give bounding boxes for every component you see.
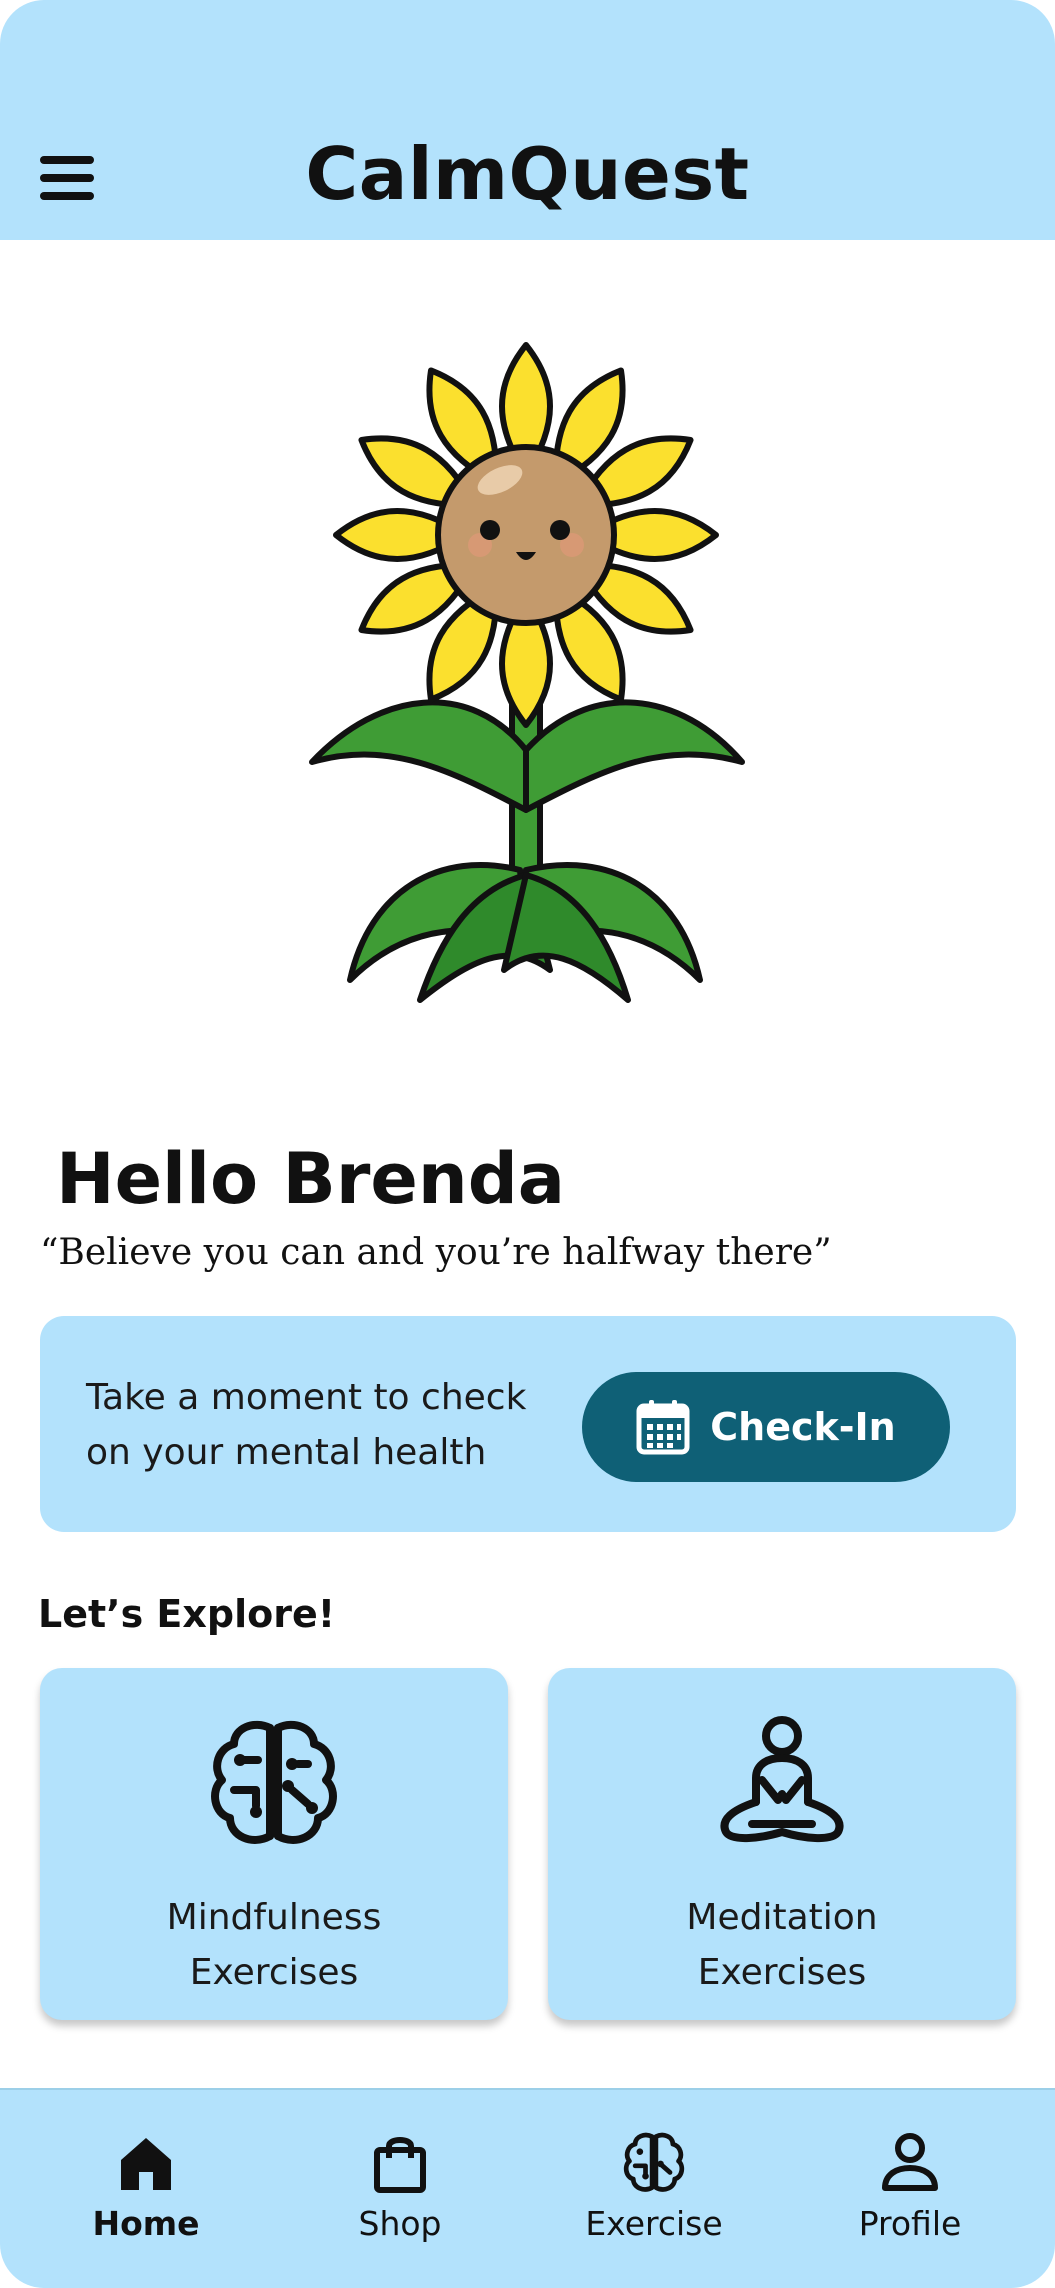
meditation-card-label-line2: Exercises xyxy=(697,1952,867,1993)
calendar-icon xyxy=(636,1400,690,1455)
meditation-card-label-line1: Meditation xyxy=(686,1897,878,1938)
mindfulness-exercises-card[interactable]: Mindfulness Exercises xyxy=(40,1668,508,2020)
top-app-bar: CalmQuest xyxy=(0,0,1055,240)
nav-label-profile: Profile xyxy=(858,2204,962,2243)
meditation-icon xyxy=(720,1716,844,1842)
nav-item-profile[interactable]: Profile xyxy=(810,2130,1010,2270)
nav-label-shop: Shop xyxy=(358,2204,442,2243)
explore-heading: Let’s Explore! xyxy=(38,1592,336,1636)
nav-item-exercise[interactable]: Exercise xyxy=(554,2130,754,2270)
bottom-navigation-bar: Home Shop Exercise Profile xyxy=(0,2088,1055,2288)
greeting-heading: Hello Brenda xyxy=(56,1138,566,1220)
app-title: CalmQuest xyxy=(305,132,750,216)
sunflower-mascot-illustration xyxy=(309,342,745,1003)
mindfulness-card-label: Mindfulness Exercises xyxy=(40,1890,508,2000)
checkin-prompt: Take a moment to check on your mental he… xyxy=(86,1370,536,1480)
home-icon xyxy=(121,2138,171,2190)
checkin-button[interactable]: Check-In xyxy=(582,1372,950,1482)
brain-icon xyxy=(623,2132,685,2192)
motivational-quote: “Believe you can and you’re halfway ther… xyxy=(40,1232,832,1273)
mindfulness-card-label-line2: Exercises xyxy=(189,1952,359,1993)
checkin-prompt-line2: on your mental health xyxy=(86,1432,487,1473)
app-screen: CalmQuest Hello Brenda “Believe you can … xyxy=(0,0,1055,2288)
meditation-exercises-card[interactable]: Meditation Exercises xyxy=(548,1668,1016,2020)
nav-item-home[interactable]: Home xyxy=(46,2130,246,2270)
brain-icon xyxy=(211,1720,337,1844)
meditation-card-label: Meditation Exercises xyxy=(548,1890,1016,2000)
nav-item-shop[interactable]: Shop xyxy=(300,2130,500,2270)
shopping-bag-icon xyxy=(374,2137,426,2193)
user-icon xyxy=(882,2133,938,2191)
checkin-prompt-line1: Take a moment to check xyxy=(86,1377,527,1418)
nav-label-home: Home xyxy=(92,2204,200,2243)
checkin-card: Take a moment to check on your mental he… xyxy=(40,1316,1016,1532)
mindfulness-card-label-line1: Mindfulness xyxy=(166,1897,382,1938)
checkin-button-label: Check-In xyxy=(710,1405,896,1449)
nav-label-exercise: Exercise xyxy=(585,2204,723,2243)
